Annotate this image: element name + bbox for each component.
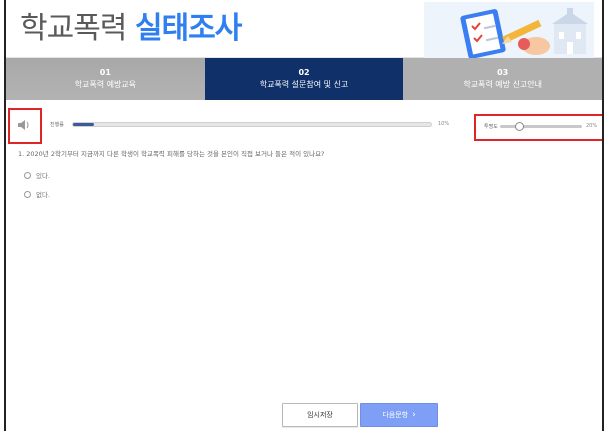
option-label: 없다. [36, 191, 51, 199]
progress-bar [72, 122, 432, 127]
speed-slider[interactable] [500, 122, 582, 131]
step-label: 학교폭력 예방 신고안내 [463, 80, 543, 89]
speaker-button[interactable] [14, 116, 34, 134]
title-bold: 실태조사 [134, 11, 242, 46]
survey-illustration [424, 2, 594, 58]
next-question-button[interactable]: 다음문항 › [360, 403, 438, 427]
step-label: 학교폭력 설문참여 및 신고 [259, 80, 349, 89]
speaker-icon [18, 120, 29, 130]
step-navigation: 01 학교폭력 예방교육 02 학교폭력 설문참여 및 신고 03 학교폭력 예… [6, 58, 602, 100]
progress-percent: 10% [438, 121, 450, 127]
answer-option-yes[interactable]: 있다. [24, 170, 50, 180]
step-tab-1[interactable]: 01 학교폭력 예방교육 [6, 58, 205, 100]
chevron-right-icon: › [412, 410, 416, 420]
step-number: 01 [99, 68, 111, 77]
answer-option-no[interactable]: 없다. [24, 189, 50, 199]
next-label: 다음문항 [382, 411, 409, 419]
radio-button[interactable] [24, 171, 31, 179]
option-label: 있다. [36, 172, 51, 180]
step-number: 03 [497, 68, 509, 77]
speed-label: 투명도 [484, 124, 498, 130]
app-window: 학교폭력 실태조사 01 학교폭력 예방교육 02 학교폭력 설문참여 및 신고… [4, 0, 604, 431]
page-title: 학교폭력 실태조사 [20, 10, 242, 48]
step-tab-3[interactable]: 03 학교폭력 예방 신고안내 [403, 58, 602, 100]
page-header: 학교폭력 실태조사 [6, 0, 602, 58]
title-light: 학교폭력 [20, 11, 127, 46]
step-tab-2[interactable]: 02 학교폭력 설문참여 및 신고 [204, 58, 404, 100]
step-label: 학교폭력 예방교육 [74, 80, 137, 89]
step-number: 02 [298, 68, 310, 77]
radio-button[interactable] [24, 190, 31, 198]
speed-percent: 20% [586, 123, 598, 129]
save-label: 임시저장 [307, 411, 333, 419]
progress-label: 진행률 [50, 122, 64, 128]
speed-slider-thumb[interactable] [514, 122, 524, 131]
question-text: 1. 2020년 2학기부터 지금까지 다른 학생이 학교폭력 피해를 당하는 … [18, 150, 325, 158]
temp-save-button[interactable]: 임시저장 [282, 403, 358, 427]
progress-fill [73, 123, 95, 126]
